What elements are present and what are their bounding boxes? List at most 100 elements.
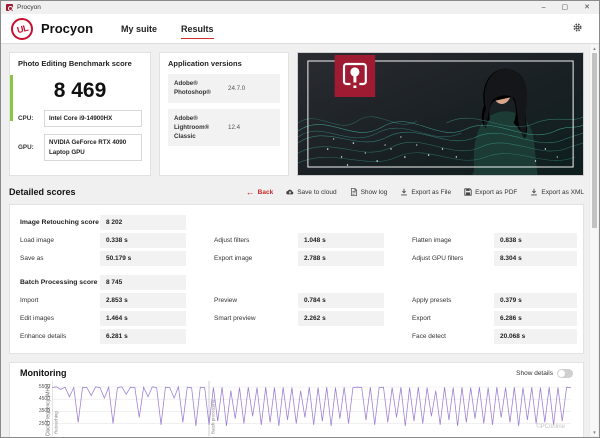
benchmark-hero-image [297,52,584,176]
detailed-scores-header: Detailed scores ← Back Save to cloud Sho… [9,184,584,200]
titlebar: Procyon – ▢ ✕ [1,1,599,14]
back-button[interactable]: ← Back [246,188,274,197]
procyon-photo-logo [335,55,376,97]
metric-value: 1.464 s [100,311,186,326]
metric-value: 6.281 s [100,329,186,344]
metric-label: Adjust filters [186,237,298,244]
maximize-button[interactable]: ▢ [562,4,569,11]
group-score: 8 745 [100,275,186,290]
detailed-scores-title: Detailed scores [9,187,76,197]
window-title: Procyon [17,4,41,11]
gear-icon[interactable] [572,20,583,38]
score-card-title: Photo Editing Benchmark score [18,59,142,68]
results-toolbar: ← Back Save to cloud Show log Export as … [246,188,584,197]
version-item-photoshop: Adobe® Photoshop® 24.7.0 [168,74,280,103]
metric-value: 1.048 s [298,233,384,248]
metric-label: Enhance details [20,333,100,340]
score-row: Save as50.179 sExport image2.788 sAdjust… [20,249,573,267]
tab-results[interactable]: Results [181,14,214,43]
metric-value: 50.179 s [100,251,186,266]
metric-label: Export image [186,255,298,262]
versions-card: Application versions Adobe® Photoshop® 2… [159,52,289,176]
metric-value: 20.068 s [494,329,577,344]
metric-value: 0.838 s [494,233,577,248]
app-header: UL Procyon My suite Results [1,14,599,44]
metric-value: 2.262 s [298,311,384,326]
score-accent-bar [10,75,13,121]
download-icon [530,188,538,196]
vertical-scrollbar[interactable]: ▲ ▼ [589,45,598,436]
metric-label: Smart preview [186,315,298,322]
versions-card-title: Application versions [168,59,280,68]
metric-label: Export [384,315,494,322]
cpu-value: Intel Core i9-14900HX [44,110,142,127]
metric-label: Load image [20,237,100,244]
scroll-up-arrow[interactable]: ▲ [590,46,599,51]
metric-label: Save as [20,255,100,262]
score-row: Import2.853 sPreview0.784 sApply presets… [20,291,573,309]
monitoring-chart: Clock Frequency (MHz) 5500450035002500 R… [52,381,571,436]
app-icon [6,4,13,11]
score-group-header: Image Retouching score8 202 [20,213,573,231]
tab-my-suite[interactable]: My suite [121,14,157,43]
brand-title: Procyon [41,21,93,36]
app-window: Procyon – ▢ ✕ UL Procyon My suite Result… [0,0,600,438]
save-to-cloud-button[interactable]: Save to cloud [286,188,336,196]
show-log-button[interactable]: Show log [350,188,388,196]
show-details-label: Show details [516,370,553,377]
metric-label: Apply presets [384,297,494,304]
app-name: Adobe® Lightroom® Classic [174,114,228,142]
metric-value: 2.853 s [100,293,186,308]
score-row: Edit images1.464 sSmart preview2.262 sEx… [20,309,573,327]
score-row: Enhance details6.281 sFace detect20.068 … [20,327,573,345]
metric-label: Adjust GPU filters [384,255,494,262]
group-score: 8 202 [100,215,186,230]
toggle-knob [558,370,565,377]
benchmark-score: 8 469 [18,79,142,103]
cpu-label: CPU: [18,115,44,122]
export-as-xml-button[interactable]: Export as XML [530,188,584,196]
version-item-lightroom: Adobe® Lightroom® Classic 12.4 [168,109,280,147]
gpu-label: GPU: [18,144,44,151]
app-version: 12.4 [228,124,240,131]
scroll-down-arrow[interactable]: ▼ [590,430,599,435]
back-arrow-icon: ← [246,188,255,197]
watermark: ©PConline [536,424,565,430]
group-name: Image Retouching score [20,219,100,226]
save-disk-icon [464,188,472,196]
metric-label: Edit images [20,315,100,322]
monitoring-title: Monitoring [20,368,67,378]
show-details-toggle[interactable] [557,369,573,378]
score-card: Photo Editing Benchmark score 8 469 CPU:… [9,52,151,176]
metric-label: Flatten image [384,237,494,244]
ul-logo: UL [11,18,33,40]
app-name: Adobe® Photoshop® [174,79,228,98]
metric-value: 2.788 s [298,251,384,266]
group-name: Batch Processing score [20,279,100,286]
gpu-value: NVIDIA GeForce RTX 4090 Laptop GPU [44,134,142,161]
metric-label: Preview [186,297,298,304]
main-nav: My suite Results [121,14,214,43]
scrollbar-thumb[interactable] [592,53,598,228]
cloud-upload-icon [286,188,294,196]
metric-label: Face detect [384,333,494,340]
hero-illustration [298,53,583,175]
metric-value: 6.286 s [494,311,577,326]
content-area: Photo Editing Benchmark score 8 469 CPU:… [1,44,599,437]
metric-value: 0.338 s [100,233,186,248]
monitoring-card: Monitoring Show details Clock Frequency … [9,362,584,437]
metric-value: 0.379 s [494,293,577,308]
frequency-line-chart: RetouchingBatch processing [52,381,571,436]
metric-value: 0.784 s [298,293,384,308]
svg-text:Retouching: Retouching [54,411,59,434]
close-button[interactable]: ✕ [584,4,590,11]
export-as-file-button[interactable]: Export as File [400,188,451,196]
detailed-scores-table: Image Retouching score8 202Load image0.3… [9,204,584,354]
export-as-pdf-button[interactable]: Export as PDF [464,188,517,196]
score-group-header: Batch Processing score8 745 [20,273,573,291]
metric-label: Import [20,297,100,304]
app-version: 24.7.0 [228,85,245,92]
minimize-button[interactable]: – [542,4,546,11]
metric-value: 8.304 s [494,251,577,266]
download-icon [400,188,408,196]
